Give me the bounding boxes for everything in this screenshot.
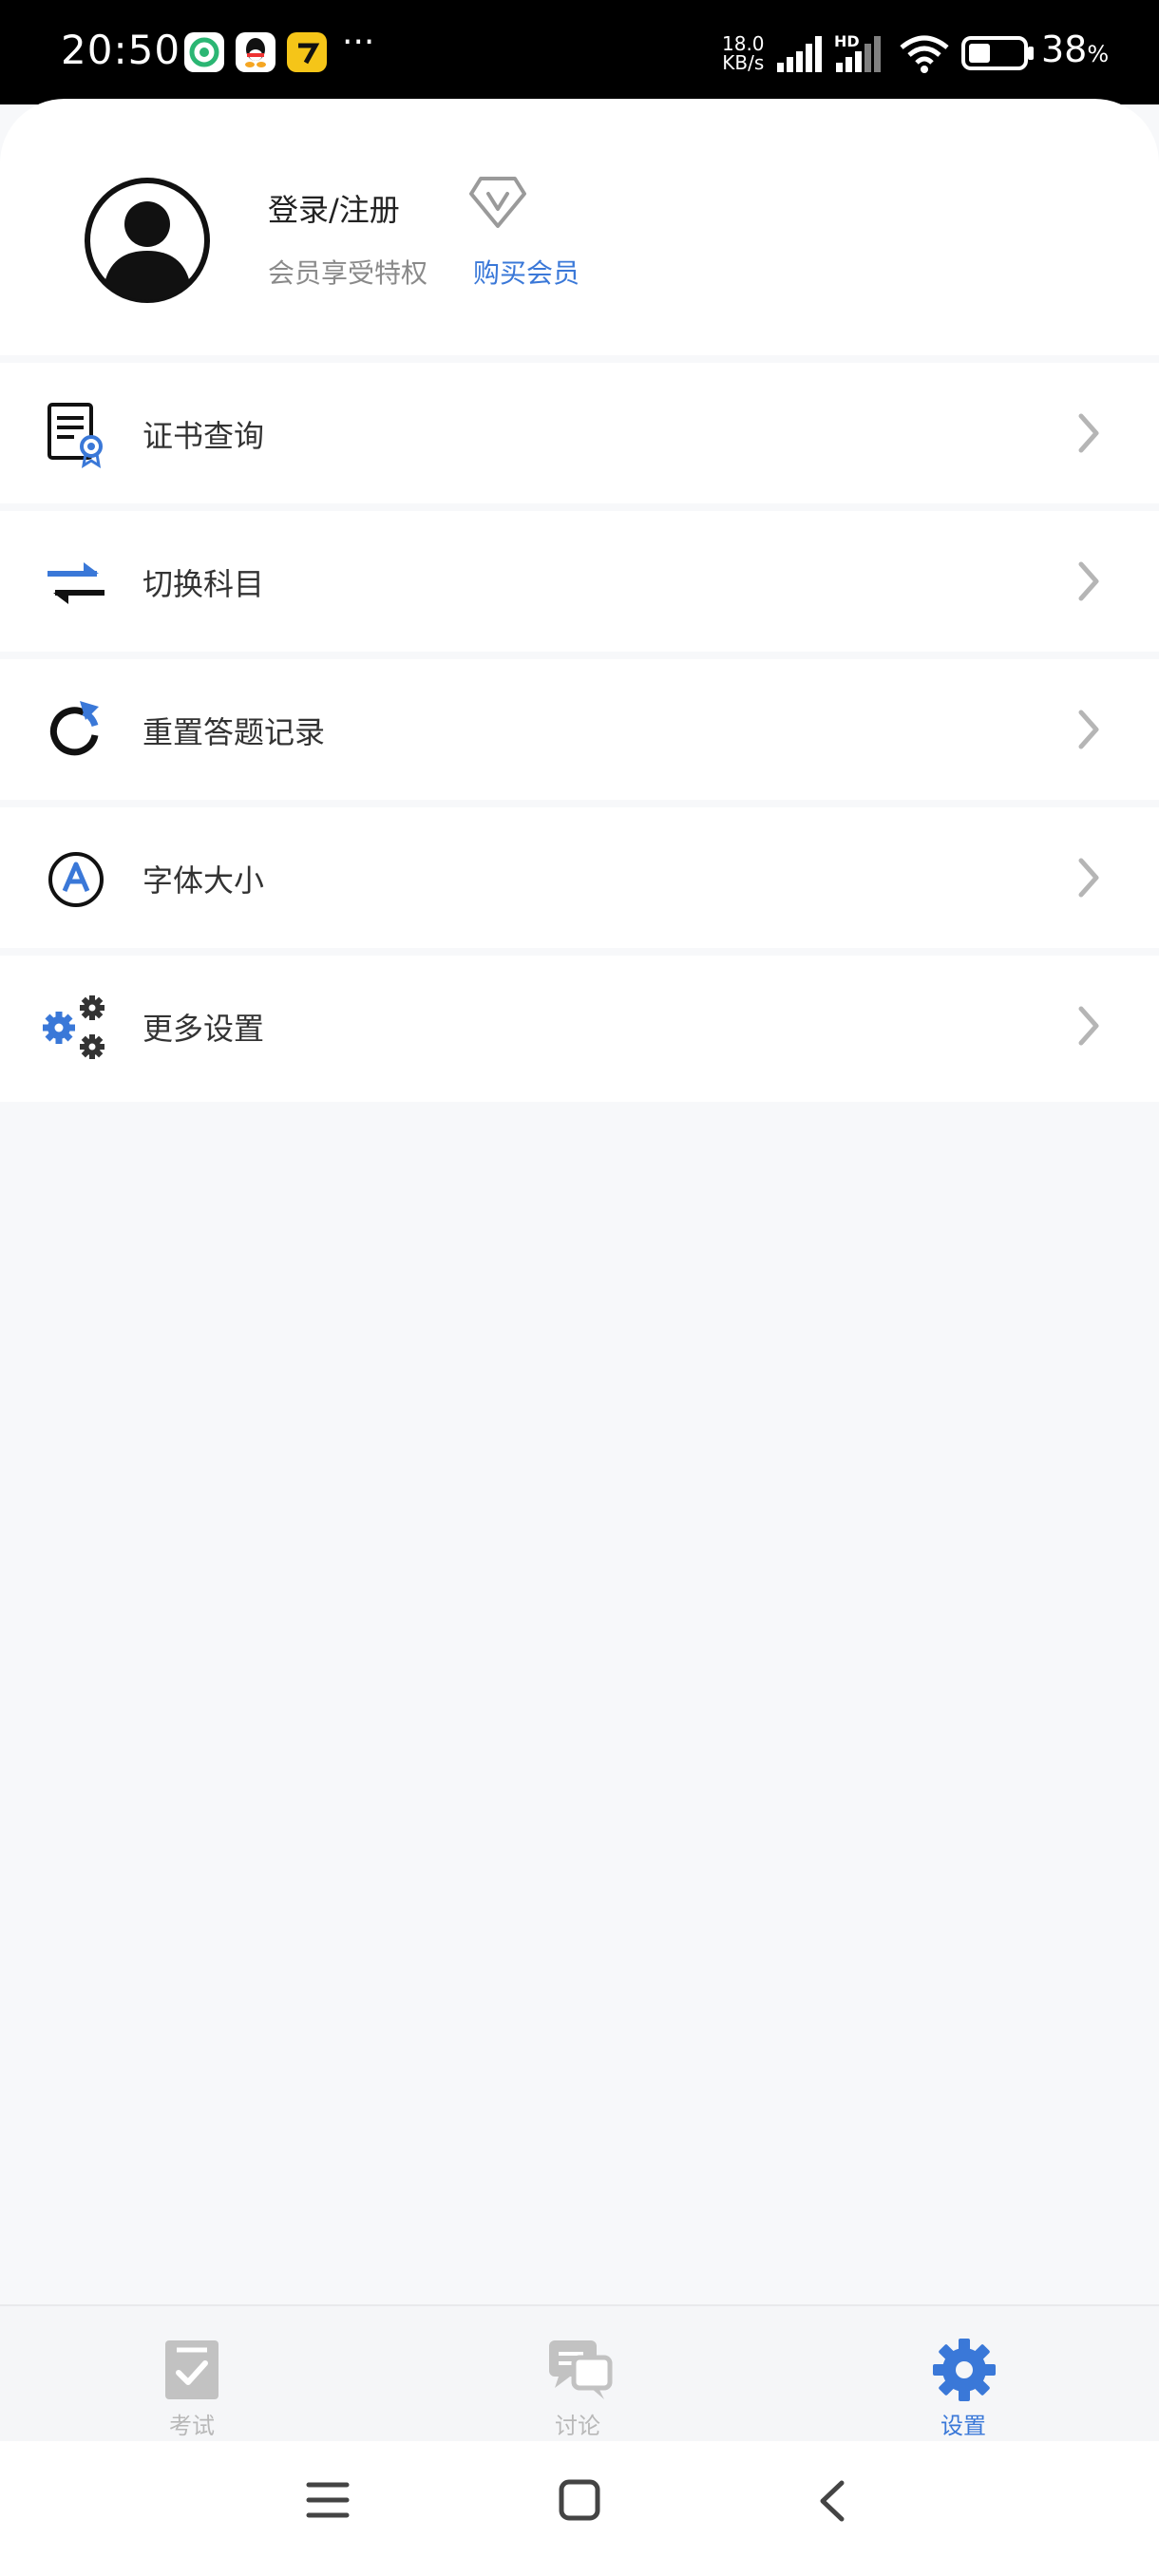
battery-percent: 38%	[1041, 28, 1109, 70]
buy-member-link[interactable]: 购买会员	[473, 253, 580, 291]
vip-diamond-icon	[469, 177, 526, 228]
member-privilege-text: 会员享受特权	[268, 257, 428, 289]
tab-exam[interactable]: 考试	[97, 2306, 287, 2443]
divider	[0, 355, 1159, 363]
reset-icon	[49, 701, 99, 756]
chevron-right-icon	[1078, 710, 1099, 749]
battery-percent-unit: %	[1087, 41, 1110, 67]
signal-icon-2	[836, 36, 881, 72]
chevron-right-icon	[1078, 561, 1099, 601]
menu-label-switch-subject: 切换科目	[142, 566, 265, 602]
menu-item-switch-subject[interactable]: 切换科目	[0, 511, 1159, 652]
settings-card: 登录/注册 会员享受特权 购买会员 证书查询 切换科目 重置答题记录 字体大小 …	[0, 99, 1159, 1102]
wechat-app-icon	[184, 32, 224, 72]
settings-icon	[933, 2339, 996, 2401]
overflow-dots: ···	[342, 23, 375, 62]
discussion-icon	[549, 2340, 613, 2399]
chevron-right-icon	[1078, 413, 1099, 453]
menu-label-more-settings: 更多设置	[142, 1011, 265, 1047]
home-icon[interactable]	[559, 2479, 600, 2521]
signal-icon	[777, 36, 822, 72]
system-nav-bar	[0, 2441, 1159, 2576]
menu-icon[interactable]	[306, 2479, 350, 2521]
menu-label-reset-records: 重置答题记录	[142, 714, 326, 750]
menu-item-certificate[interactable]: 证书查询	[0, 363, 1159, 503]
tab-settings[interactable]: 设置	[868, 2306, 1058, 2443]
yellow-app-icon	[287, 32, 327, 72]
wifi-icon	[900, 35, 949, 73]
net-speed-value: 18.0	[722, 32, 765, 55]
chevron-right-icon	[1078, 858, 1099, 898]
battery-icon	[961, 36, 1034, 70]
profile-section[interactable]: 登录/注册 会员享受特权 购买会员	[0, 99, 1159, 355]
exam-icon	[165, 2340, 218, 2399]
menu-label-font-size: 字体大小	[142, 862, 265, 899]
menu-label-certificate: 证书查询	[142, 418, 265, 454]
tab-label-discussion: 讨论	[555, 2413, 600, 2439]
menu-item-more-settings[interactable]: 更多设置	[0, 956, 1159, 1096]
gears-icon	[43, 995, 104, 1059]
login-register-link[interactable]: 登录/注册	[268, 186, 400, 230]
tab-discussion[interactable]: 讨论	[483, 2306, 673, 2443]
back-icon[interactable]	[815, 2479, 847, 2523]
avatar-icon[interactable]	[84, 177, 211, 304]
status-time: 20:50	[61, 27, 181, 73]
bottom-tab-bar: 考试 讨论 设置	[0, 2304, 1159, 2443]
menu-item-reset-records[interactable]: 重置答题记录	[0, 659, 1159, 800]
chevron-right-icon	[1078, 1006, 1099, 1046]
tab-label-exam: 考试	[169, 2413, 215, 2439]
divider	[0, 503, 1159, 511]
divider	[0, 652, 1159, 659]
status-bar: 20:50 ··· 18.0 KB/s HD 38%	[0, 0, 1159, 104]
tab-label-settings: 设置	[940, 2413, 986, 2439]
battery-percent-value: 38	[1041, 28, 1088, 70]
qq-icon	[236, 32, 276, 72]
net-speed: 18.0 KB/s	[722, 34, 765, 72]
font-size-icon	[48, 852, 104, 907]
divider	[0, 800, 1159, 807]
net-speed-unit: KB/s	[722, 51, 765, 74]
divider	[0, 948, 1159, 956]
certificate-icon	[48, 403, 103, 469]
switch-icon	[48, 562, 104, 604]
menu-item-font-size[interactable]: 字体大小	[0, 807, 1159, 948]
